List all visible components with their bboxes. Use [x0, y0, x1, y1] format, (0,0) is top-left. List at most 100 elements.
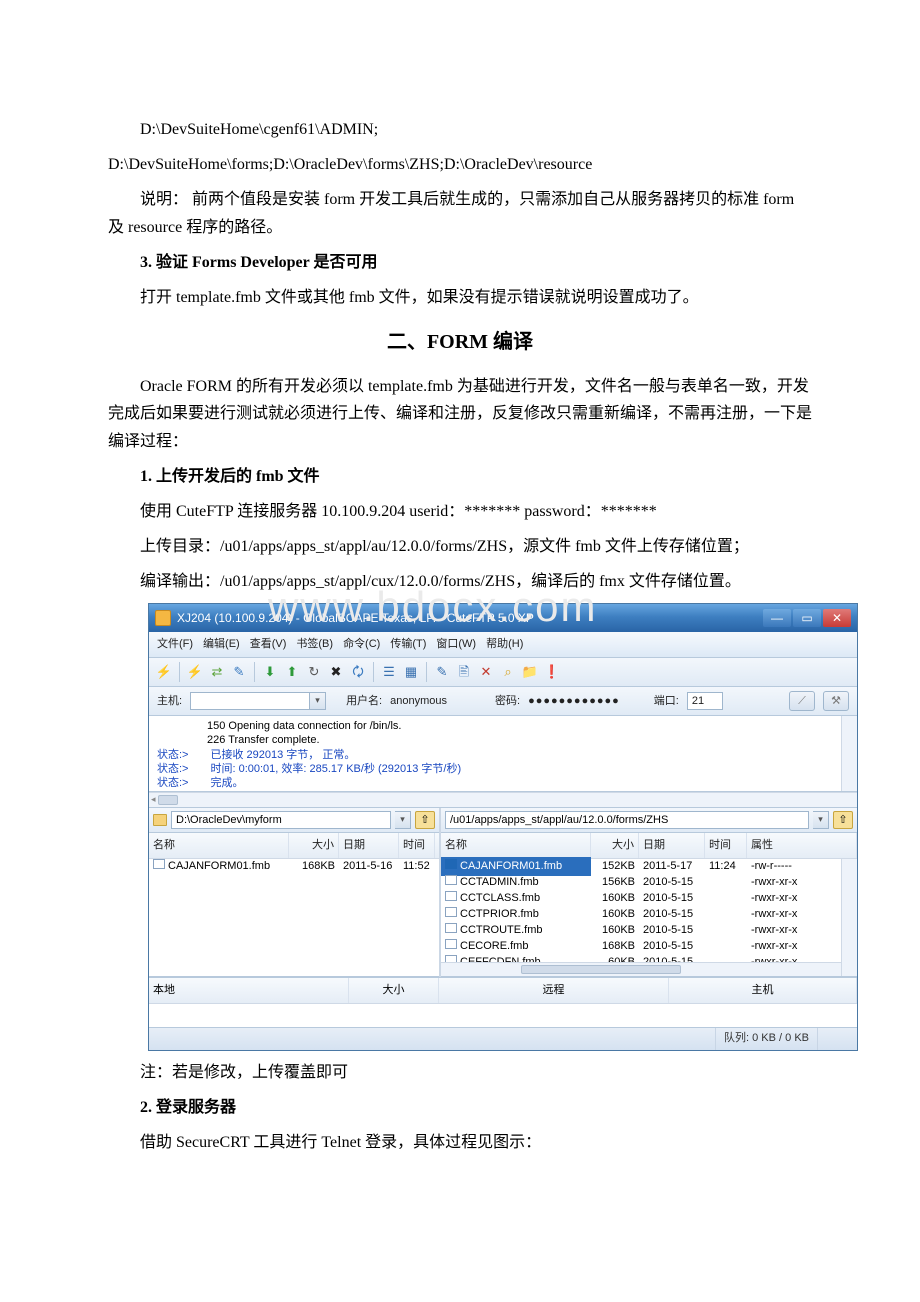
status-text: 时间: 0:00:01, 效率: 285.17 KB/秒 (292013 字节/… — [210, 763, 461, 775]
log-line: 150 Opening data connection for /bin/ls. — [207, 719, 849, 733]
status-label: 状态:> — [157, 763, 188, 775]
list-item[interactable]: CCTPRIOR.fmb160KB2010-5-15-rwxr-xr-x — [441, 907, 857, 923]
list-view-icon[interactable]: ☰ — [380, 663, 398, 681]
para-output-dir: 编译输出：/u01/apps/apps_st/appl/cux/12.0.0/f… — [108, 568, 812, 595]
para-cuteftp: 使用 CuteFTP 连接服务器 10.100.9.204 userid：***… — [108, 498, 812, 525]
para-verify: 打开 template.fmb 文件或其他 fmb 文件，如果没有提示错误就说明… — [108, 284, 812, 311]
status-text: 已接收 292013 字节， 正常。 — [210, 749, 355, 761]
file-icon — [445, 907, 457, 917]
maximize-button[interactable]: ▭ — [793, 609, 821, 627]
col-date[interactable]: 日期 — [639, 833, 705, 858]
edit-icon[interactable]: ✎ — [433, 663, 451, 681]
connection-bar: 主机: ▾ 用户名: anonymous 密码: ●●●●●●●●●●●● 端口… — [149, 687, 857, 716]
cuteftp-window: XJ204 (10.100.9.204) - GlobalSCAPE Texas… — [148, 603, 858, 1050]
host-combobox[interactable]: ▾ — [190, 692, 326, 710]
list-item[interactable]: CCTROUTE.fmb160KB2010-5-15-rwxr-xr-x — [441, 923, 857, 939]
port-input[interactable]: 21 — [687, 692, 723, 710]
quick-connect-icon[interactable]: ⇄ — [208, 663, 226, 681]
menu-file[interactable]: 文件(F) — [157, 635, 193, 654]
col-name[interactable]: 名称 — [441, 833, 591, 858]
file-icon — [445, 923, 457, 933]
local-file-list[interactable]: CAJANFORM01.fmb 168KB 2011-5-16 11:52 — [149, 859, 439, 977]
detail-view-icon[interactable]: ▦ — [402, 663, 420, 681]
window-title: XJ204 (10.100.9.204) - GlobalSCAPE Texas… — [177, 608, 763, 628]
menu-bar: 文件(F) 编辑(E) 查看(V) 书签(B) 命令(C) 传输(T) 窗口(W… — [149, 632, 857, 658]
file-icon — [445, 939, 457, 949]
folder-icon[interactable]: 📁 — [521, 663, 539, 681]
stop-icon[interactable]: ✖ — [327, 663, 345, 681]
dropdown-icon[interactable]: ▾ — [813, 811, 829, 829]
menu-help[interactable]: 帮助(H) — [486, 635, 523, 654]
col-size[interactable]: 大小 — [591, 833, 639, 858]
path-line1: D:\DevSuiteHome\cgenf61\ADMIN; — [108, 116, 812, 143]
delete-icon[interactable]: ✕ — [477, 663, 495, 681]
remote-vscroll[interactable] — [841, 859, 857, 976]
col-time[interactable]: 时间 — [705, 833, 747, 858]
transfer-queue[interactable] — [149, 1004, 857, 1028]
menu-window[interactable]: 窗口(W) — [436, 635, 476, 654]
menu-bookmarks[interactable]: 书签(B) — [296, 635, 333, 654]
col-time[interactable]: 时间 — [399, 833, 435, 858]
status-label: 状态:> — [157, 777, 188, 789]
status-bar: 队列: 0 KB / 0 KB — [149, 1028, 857, 1050]
minimize-button[interactable]: — — [763, 609, 791, 627]
list-item[interactable]: CCTCLASS.fmb160KB2010-5-15-rwxr-xr-x — [441, 891, 857, 907]
find-icon[interactable]: ⌕ — [499, 663, 517, 681]
lightning-icon[interactable]: ⚡ — [186, 663, 204, 681]
heading-upload-fmb: 1. 上传开发后的 fmb 文件 — [108, 463, 812, 490]
hammer-icon[interactable]: ⚒ — [823, 691, 849, 711]
para-upload-dir: 上传目录：/u01/apps/apps_st/appl/au/12.0.0/fo… — [108, 533, 812, 560]
para-compile-intro: Oracle FORM 的所有开发必须以 template.fmb 为基础进行开… — [108, 373, 812, 455]
view-icon[interactable]: 🖹 — [455, 663, 473, 681]
log-hscroll[interactable]: ◂ — [149, 792, 857, 808]
queue-status: 队列: 0 KB / 0 KB — [715, 1028, 817, 1050]
list-item[interactable]: CAJANFORM01.fmb 168KB 2011-5-16 11:52 — [149, 859, 439, 875]
file-icon — [445, 859, 457, 869]
toolbar: ⚡ ⚡ ⇄ ✎ ⬇ ⬆ ↻ ✖ 🗘 ☰ ▦ ✎ 🖹 ✕ ⌕ 📁 ❗ — [149, 658, 857, 687]
col-date[interactable]: 日期 — [339, 833, 399, 858]
para-securecrt: 借助 SecureCRT 工具进行 Telnet 登录，具体过程见图示： — [108, 1129, 812, 1156]
reconnect-icon[interactable]: ↻ — [305, 663, 323, 681]
xfer-col-local[interactable]: 本地 — [149, 978, 349, 1003]
remote-path-input[interactable]: /u01/apps/apps_st/appl/au/12.0.0/forms/Z… — [445, 811, 809, 829]
folder-icon — [153, 814, 167, 826]
para-explain: 说明： 前两个值段是安装 form 开发工具后就生成的，只需添加自己从服务器拷贝… — [108, 186, 812, 240]
up-folder-button[interactable]: ⇧ — [833, 811, 853, 829]
local-path-input[interactable]: D:\OracleDev\myform — [171, 811, 391, 829]
wand-icon[interactable]: ⟋ — [789, 691, 815, 711]
remote-file-list[interactable]: CAJANFORM01.fmb152KB2011-5-1711:24-rw-r-… — [441, 859, 857, 977]
xfer-col-host[interactable]: 主机 — [669, 978, 857, 1003]
list-item[interactable]: CECORE.fmb168KB2010-5-15-rwxr-xr-x — [441, 939, 857, 955]
download-icon[interactable]: ⬇ — [261, 663, 279, 681]
col-name[interactable]: 名称 — [149, 833, 289, 858]
file-icon — [445, 875, 457, 885]
col-attr[interactable]: 属性 — [747, 833, 857, 858]
up-folder-button[interactable]: ⇧ — [415, 811, 435, 829]
log-scrollbar[interactable] — [841, 716, 857, 791]
list-item[interactable]: CAJANFORM01.fmb152KB2011-5-1711:24-rw-r-… — [441, 859, 857, 875]
status-text: 完成。 — [210, 777, 243, 789]
xfer-col-remote[interactable]: 远程 — [439, 978, 669, 1003]
remote-hscroll[interactable] — [441, 962, 841, 976]
user-value: anonymous — [390, 692, 447, 711]
pass-value: ●●●●●●●●●●●● — [528, 692, 620, 711]
close-button[interactable]: ✕ — [823, 609, 851, 627]
window-titlebar[interactable]: XJ204 (10.100.9.204) - GlobalSCAPE Texas… — [149, 604, 857, 632]
status-label: 状态:> — [157, 749, 188, 761]
refresh-icon[interactable]: 🗘 — [349, 663, 367, 681]
upload-icon[interactable]: ⬆ — [283, 663, 301, 681]
alert-icon[interactable]: ❗ — [543, 663, 561, 681]
menu-view[interactable]: 查看(V) — [250, 635, 287, 654]
connect-icon[interactable]: ⚡ — [155, 663, 173, 681]
menu-transfer[interactable]: 传输(T) — [390, 635, 426, 654]
site-manager-icon[interactable]: ✎ — [230, 663, 248, 681]
dropdown-icon[interactable]: ▾ — [395, 811, 411, 829]
menu-commands[interactable]: 命令(C) — [343, 635, 380, 654]
col-size[interactable]: 大小 — [289, 833, 339, 858]
port-label: 端口: — [654, 692, 679, 711]
heading-2-form-compile: 二、FORM 编译 — [108, 325, 812, 359]
xfer-col-size[interactable]: 大小 — [349, 978, 439, 1003]
menu-edit[interactable]: 编辑(E) — [203, 635, 240, 654]
path-line2: D:\DevSuiteHome\forms;D:\OracleDev\forms… — [108, 151, 812, 178]
list-item[interactable]: CCTADMIN.fmb156KB2010-5-15-rwxr-xr-x — [441, 875, 857, 891]
